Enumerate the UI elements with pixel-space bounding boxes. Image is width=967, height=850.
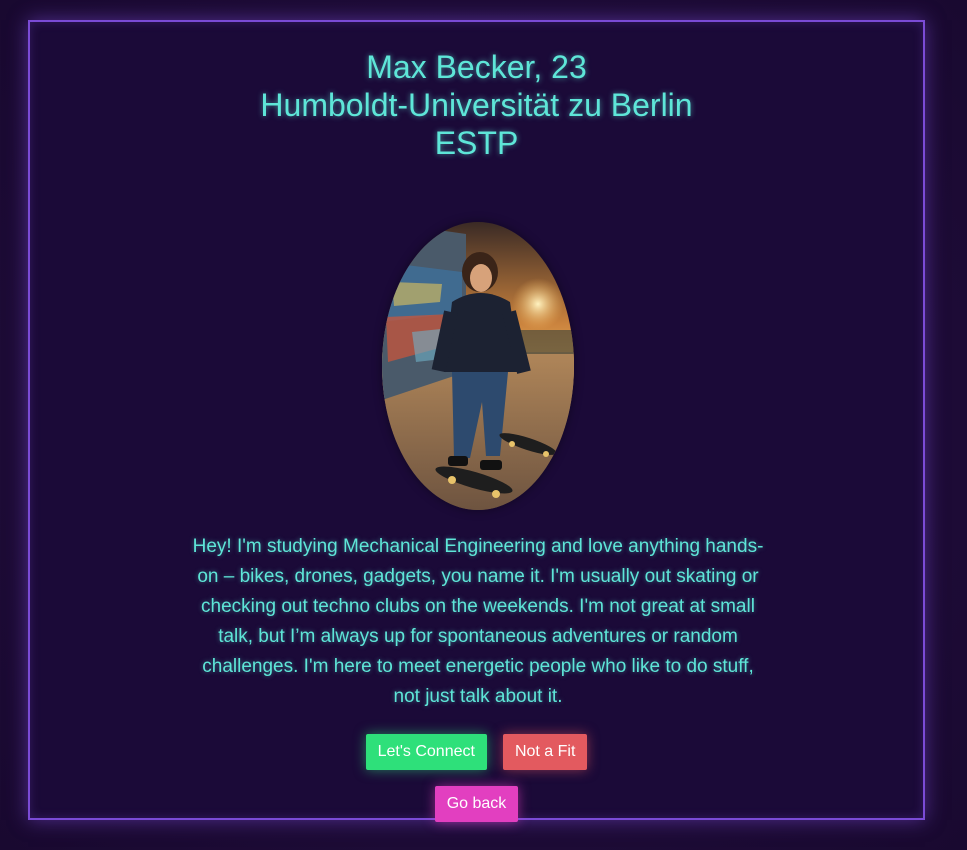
profile-bio: Hey! I'm studying Mechanical Engineering… xyxy=(192,536,764,707)
profile-personality-type: ESTP xyxy=(434,125,519,161)
page: Max Becker, 23 Humboldt-Universität zu B… xyxy=(0,0,967,850)
back-row: Go back xyxy=(30,786,923,822)
go-back-button[interactable]: Go back xyxy=(434,786,519,822)
profile-university: Humboldt-Universität zu Berlin xyxy=(260,87,693,123)
profile-photo xyxy=(382,222,574,510)
connect-button[interactable]: Let's Connect xyxy=(365,734,487,770)
profile-photo-illustration xyxy=(382,222,574,510)
profile-name-age: Max Becker, 23 xyxy=(366,49,587,85)
action-buttons: Let's Connect Not a Fit xyxy=(30,734,923,770)
not-a-fit-button[interactable]: Not a Fit xyxy=(502,734,588,770)
profile-header: Max Becker, 23 Humboldt-Universität zu B… xyxy=(30,48,923,162)
profile-card: Max Becker, 23 Humboldt-Universität zu B… xyxy=(28,20,925,822)
